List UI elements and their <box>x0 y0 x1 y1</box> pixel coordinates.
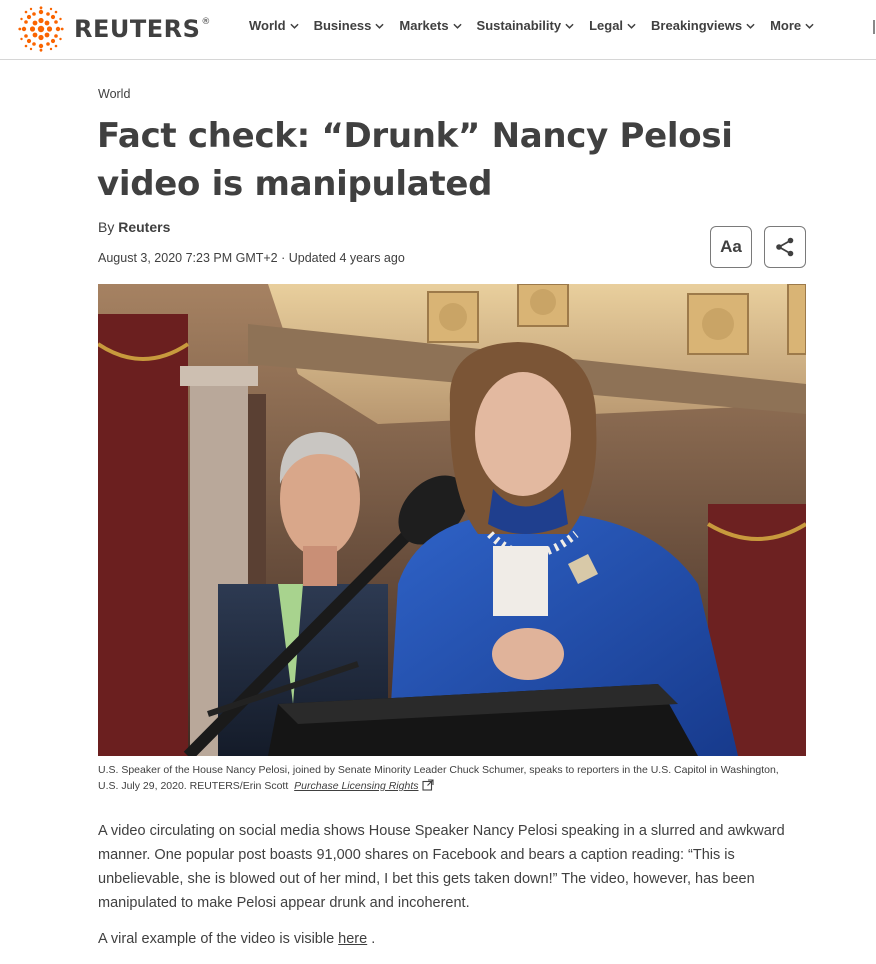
caption-text: U.S. Speaker of the House Nancy Pelosi, … <box>98 764 779 792</box>
nav-item-label: More <box>770 18 802 33</box>
byline-prefix: By <box>98 219 119 235</box>
nav-item-markets[interactable]: Markets <box>399 18 462 33</box>
chevron-down-icon <box>565 23 574 29</box>
main-nav: World Business Markets Sustainability Le… <box>249 18 829 33</box>
text-size-button[interactable]: Aa <box>710 226 752 268</box>
nav-item-label: Business <box>313 18 372 33</box>
article-paragraph: A video circulating on social media show… <box>98 823 785 911</box>
nav-item-legal[interactable]: Legal <box>589 18 636 33</box>
article-dateline: August 3, 2020 7:23 PM GMT+2 · Updated 4… <box>98 251 405 265</box>
nav-item-sustainability[interactable]: Sustainability <box>477 18 575 33</box>
chevron-down-icon <box>289 23 299 29</box>
nav-item-label: Legal <box>589 18 624 33</box>
share-button[interactable] <box>764 226 806 268</box>
byline: By Reuters <box>98 219 170 235</box>
reuters-logo[interactable]: REUTERS® <box>18 6 211 52</box>
article-hero-image[interactable] <box>98 284 806 756</box>
chevron-down-icon <box>746 23 755 29</box>
chevron-down-icon <box>627 23 636 29</box>
article-paragraph-2: A viral example of the video is visible … <box>98 927 808 951</box>
nav-item-business[interactable]: Business <box>314 18 385 33</box>
hero-illustration <box>98 284 806 756</box>
external-link-icon[interactable] <box>421 779 434 791</box>
paragraph-end: . <box>367 931 376 947</box>
video-link[interactable]: here <box>338 931 367 947</box>
chevron-down-icon <box>375 23 385 29</box>
article-headline: Fact check: “Drunk” Nancy Pelosi video i… <box>97 116 733 204</box>
licensing-link[interactable]: Purchase Licensing Rights <box>294 780 418 792</box>
registered-mark: ® <box>201 17 211 27</box>
paragraph-text: A viral example of the video is visible <box>98 931 339 947</box>
nav-item-label: Breakingviews <box>651 18 743 33</box>
brand-wordmark: REUTERS <box>74 15 201 43</box>
reuters-logo-icon <box>18 6 64 52</box>
nav-item-more[interactable]: More <box>770 18 814 33</box>
brand-name: REUTERS® <box>74 15 211 43</box>
nav-item-breakingviews[interactable]: Breakingviews <box>651 18 755 33</box>
nav-item-label: Markets <box>399 18 449 33</box>
nav-item-label: Sustainability <box>476 18 562 33</box>
section-link[interactable]: World <box>98 87 130 101</box>
chevron-down-icon <box>452 23 462 29</box>
nav-item-world[interactable]: World <box>249 18 299 33</box>
site-header: REUTERS® World Business Markets Sustaina… <box>0 0 876 60</box>
nav-item-label: World <box>249 18 286 33</box>
image-caption: U.S. Speaker of the House Nancy Pelosi, … <box>98 762 798 794</box>
author-link[interactable]: Reuters <box>118 219 170 235</box>
share-icon <box>776 237 794 257</box>
text-size-label: Aa <box>720 237 742 256</box>
chevron-down-icon <box>805 23 814 29</box>
